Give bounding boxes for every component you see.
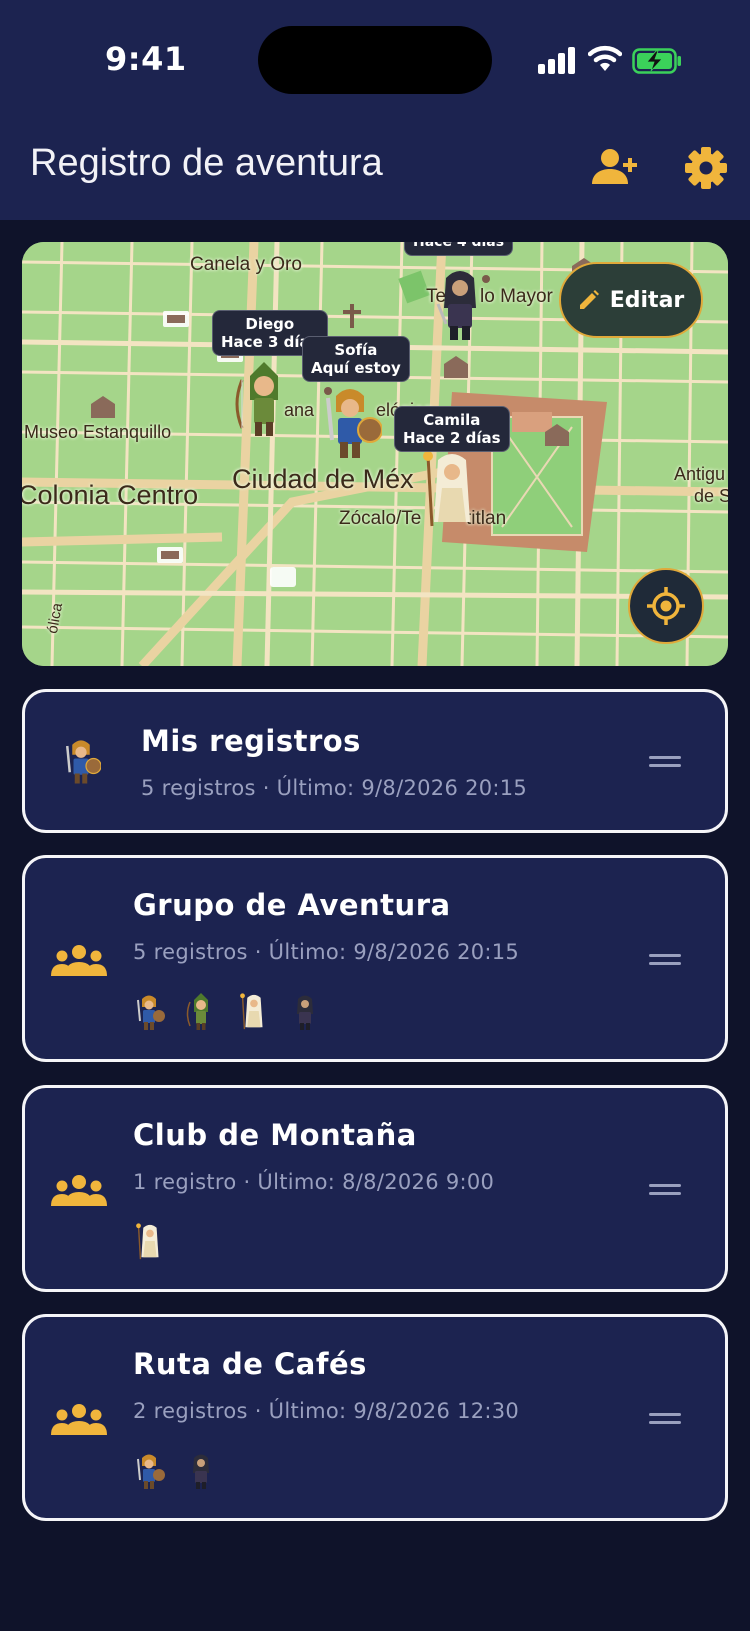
knight-avatar-icon — [137, 1454, 165, 1489]
map-callout-camila[interactable]: Camila Hace 2 días — [394, 406, 510, 452]
app-bar: Registro de aventura — [0, 120, 750, 220]
list-meta: 5 registros · Último: 9/8/2026 20:15 — [141, 776, 528, 800]
crosshair-icon — [647, 587, 685, 625]
pencil-icon — [579, 290, 599, 309]
page-title: Registro de aventura — [30, 142, 383, 184]
member-avatars — [133, 1222, 165, 1262]
drag-handle-icon[interactable] — [649, 756, 681, 768]
list-card-coffee-route[interactable]: Ruta de Cafés 2 registros · Último: 9/8/… — [22, 1314, 728, 1521]
edit-button[interactable]: Editar — [559, 262, 703, 338]
map-callout-rogue[interactable]: Hace 4 días — [404, 242, 514, 256]
drag-handle-icon[interactable] — [649, 954, 681, 966]
rogue-avatar-icon — [297, 995, 313, 1030]
dynamic-island — [258, 26, 492, 94]
map-label-museo: Museo Estanquillo — [24, 422, 172, 442]
map-label-colonia: Colonia Centro — [22, 480, 199, 510]
group-icon — [51, 1404, 107, 1435]
list-card-my-records[interactable]: Mis registros 5 registros · Último: 9/8/… — [22, 689, 728, 833]
group-icon — [51, 1175, 107, 1206]
person-add-icon[interactable] — [592, 148, 640, 188]
character-rogue-icon[interactable] — [430, 264, 490, 344]
knight-avatar-icon — [137, 995, 165, 1030]
locate-button[interactable] — [628, 568, 704, 644]
character-sofia-icon[interactable] — [318, 382, 382, 462]
member-avatars — [133, 992, 321, 1032]
list-meta: 2 registros · Último: 9/8/2026 12:30 — [133, 1399, 520, 1423]
rogue-avatar-icon — [193, 1454, 209, 1489]
list-meta: 5 registros · Último: 9/8/2026 20:15 — [133, 940, 520, 964]
archer-avatar-icon — [186, 993, 208, 1030]
cellular-signal-icon — [538, 46, 576, 74]
drag-handle-icon[interactable] — [649, 1413, 681, 1425]
battery-charging-icon — [632, 48, 681, 74]
knight-avatar-icon — [66, 740, 101, 784]
list-title: Grupo de Aventura — [133, 888, 451, 922]
status-time: 9:41 — [105, 40, 187, 78]
gear-icon[interactable] — [684, 146, 728, 190]
group-icon — [51, 945, 107, 976]
mage-avatar-icon — [240, 993, 263, 1030]
list-title: Club de Montaña — [133, 1118, 417, 1152]
list-title: Ruta de Cafés — [133, 1347, 367, 1381]
wifi-icon — [588, 45, 622, 71]
member-avatars — [133, 1451, 217, 1491]
list-card-adventure-group[interactable]: Grupo de Aventura 5 registros · Último: … — [22, 855, 728, 1062]
list-title: Mis registros — [141, 724, 361, 758]
mage-avatar-icon — [136, 1223, 159, 1260]
character-diego-icon[interactable] — [234, 360, 294, 440]
map-label-zocalo: Zócalo/Te — [339, 508, 422, 529]
edit-button-label: Editar — [609, 287, 685, 313]
map-label-templo-end: lo Mayor — [480, 286, 553, 307]
status-bar: 9:41 — [0, 0, 750, 120]
map-label-antigua-2: de S — [694, 486, 728, 506]
map-label-canela: Canela y Oro — [190, 254, 302, 275]
map-label-antigua: Antigu — [674, 464, 726, 484]
list-card-mountain-club[interactable]: Club de Montaña 1 registro · Último: 8/8… — [22, 1085, 728, 1292]
character-camila-icon[interactable] — [420, 448, 480, 532]
map-label-ciudad: Ciudad de Méx — [232, 464, 414, 494]
list-meta: 1 registro · Último: 8/8/2026 9:00 — [133, 1170, 495, 1194]
drag-handle-icon[interactable] — [649, 1184, 681, 1196]
map-callout-sofia[interactable]: Sofía Aquí estoy — [302, 336, 410, 382]
map-view[interactable]: Canela y Oro Museo Estanquillo Colonia C… — [22, 242, 728, 666]
